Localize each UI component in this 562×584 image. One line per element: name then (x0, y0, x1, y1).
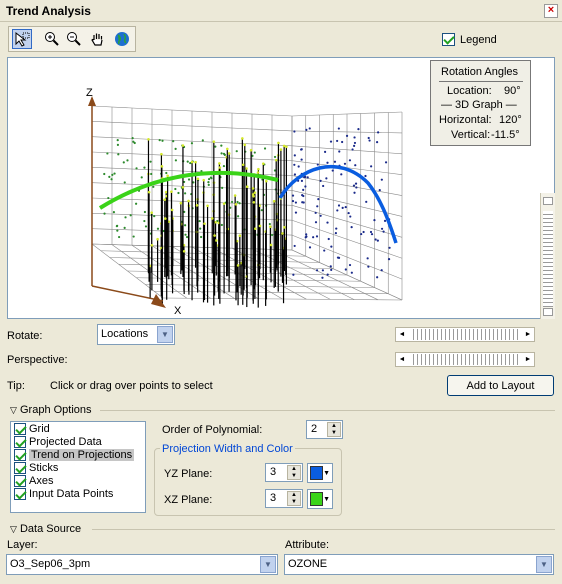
yz-width-spinner[interactable]: 3 ▲ ▼ (265, 463, 303, 482)
vertical-slider[interactable] (540, 193, 555, 319)
zoom-in-icon[interactable] (42, 29, 62, 49)
chevron-down-icon: ▼ (157, 326, 173, 343)
rotation-angles-panel: Rotation Angles Location: 90° — 3D Graph… (430, 60, 531, 146)
perspective-slider[interactable]: ◄ ► (395, 352, 535, 367)
graph-3d-label: — 3D Graph — (441, 99, 517, 111)
chevron-down-icon: ▼ (536, 556, 552, 573)
legend-checkbox[interactable] (442, 33, 455, 46)
list-item[interactable]: Projected Data (11, 436, 145, 449)
layer-label: Layer: (7, 539, 38, 551)
order-spinner[interactable]: 2 ▲ ▼ (306, 420, 343, 439)
graph-options-header[interactable]: ▽ Graph Options (10, 404, 92, 416)
spinner-arrows-icon[interactable]: ▲ ▼ (327, 422, 341, 437)
tip-label: Tip: (7, 380, 25, 392)
zoom-out-icon[interactable] (64, 29, 84, 49)
xz-color-picker[interactable]: ▼ (307, 489, 333, 509)
rotate-slider[interactable]: ◄ ► (395, 327, 535, 342)
checkbox[interactable] (14, 488, 26, 500)
list-item[interactable]: Grid (11, 423, 145, 436)
perspective-label: Perspective: (7, 354, 68, 366)
z-axis-label: Z (86, 87, 93, 99)
location-value: 90° (504, 85, 521, 97)
chevron-down-icon: ▼ (323, 496, 330, 503)
yz-trend-curve (278, 164, 398, 244)
rotate-label: Rotate: (7, 330, 43, 342)
legend-label: Legend (460, 34, 497, 46)
pan-hand-icon[interactable] (88, 29, 108, 49)
select-pointer-icon[interactable] (12, 29, 32, 49)
attribute-dropdown[interactable]: OZONE ▼ (284, 554, 554, 575)
tip-text: Click or drag over points to select (50, 380, 213, 392)
chevron-down-icon: ▼ (260, 556, 276, 573)
location-label: Location: (447, 85, 492, 97)
list-item[interactable]: Trend on Projections (11, 449, 145, 462)
color-swatch (310, 492, 323, 506)
rotate-dropdown[interactable]: Locations ▼ (97, 324, 175, 345)
divider (92, 529, 555, 530)
list-item[interactable]: Input Data Points (11, 488, 145, 501)
close-button[interactable]: × (544, 4, 558, 18)
list-item[interactable]: Sticks (11, 462, 145, 475)
layer-dropdown[interactable]: O3_Sep06_3pm ▼ (6, 554, 278, 575)
horizontal-value: 120° (499, 114, 522, 126)
window-title: Trend Analysis (6, 4, 91, 18)
xz-plane-label: XZ Plane: (164, 494, 213, 506)
list-item[interactable]: Axes (11, 475, 145, 488)
vertical-label: Vertical: (451, 129, 491, 141)
add-to-layout-button[interactable]: Add to Layout (447, 375, 554, 396)
attribute-label: Attribute: (285, 539, 330, 551)
chevron-down-icon: ▼ (323, 470, 330, 477)
yz-color-picker[interactable]: ▼ (307, 463, 333, 483)
x-axis-label: X (174, 305, 182, 317)
toolbar (8, 26, 136, 52)
horizontal-label: Horizontal: (439, 114, 492, 126)
x-axis-arrow (151, 294, 166, 308)
rotation-title: Rotation Angles (441, 66, 519, 78)
vertical-value: -11.5° (491, 129, 520, 141)
checkbox[interactable] (14, 423, 26, 435)
order-label: Order of Polynomial: (162, 424, 263, 436)
rotate-value: Locations (101, 328, 149, 340)
collapse-chevron-icon: ▽ (10, 524, 17, 534)
globe-icon[interactable] (112, 29, 132, 49)
spinner-arrows-icon[interactable]: ▲ ▼ (287, 491, 301, 506)
divider (100, 410, 555, 411)
projection-header: Projection Width and Color (160, 443, 295, 455)
data-source-header[interactable]: ▽ Data Source (10, 523, 81, 535)
spinner-arrows-icon[interactable]: ▲ ▼ (287, 465, 301, 480)
checkbox[interactable] (14, 475, 26, 487)
xz-width-spinner[interactable]: 3 ▲ ▼ (265, 489, 303, 508)
collapse-chevron-icon: ▽ (10, 405, 17, 415)
graph-options-list[interactable]: Grid Projected Data Trend on Projections… (10, 421, 146, 513)
checkbox[interactable] (14, 436, 26, 448)
yz-plane-label: YZ Plane: (164, 468, 213, 480)
checkbox[interactable] (14, 449, 26, 461)
checkbox[interactable] (14, 462, 26, 474)
color-swatch (310, 466, 323, 480)
